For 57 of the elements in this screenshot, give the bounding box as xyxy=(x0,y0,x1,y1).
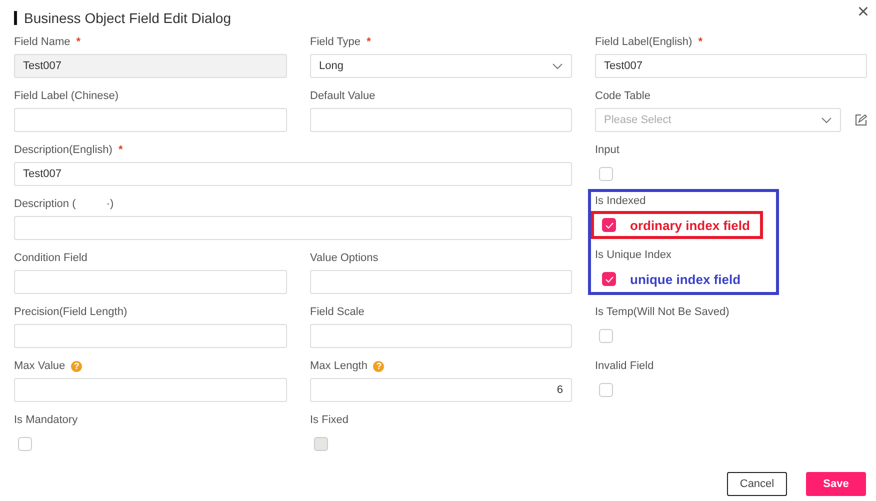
field-label: Condition Field xyxy=(14,251,88,265)
chevron-down-icon xyxy=(552,62,563,70)
required-mark: * xyxy=(118,144,123,156)
help-icon: ? xyxy=(373,360,384,372)
field-label: Is Mandatory xyxy=(14,413,78,427)
field-label: Field Label(English) xyxy=(595,35,692,49)
annotation-text: ordinary index field xyxy=(630,218,750,232)
checkbox[interactable] xyxy=(599,167,613,181)
text-field[interactable] xyxy=(14,378,287,402)
required-mark: * xyxy=(698,36,702,48)
field-label: Is Fixed xyxy=(310,413,349,427)
field-label: Default Value xyxy=(310,89,376,103)
text-field[interactable] xyxy=(310,270,572,294)
checkbox[interactable] xyxy=(599,329,613,343)
required-mark: * xyxy=(76,36,81,48)
text-field[interactable] xyxy=(310,108,572,132)
select-field[interactable]: Long xyxy=(310,54,572,78)
field-label: Invalid Field xyxy=(595,359,654,373)
field-label: Is Unique Index xyxy=(595,248,672,262)
field-label: Is Temp(Will Not Be Saved) xyxy=(595,305,730,319)
text-field[interactable] xyxy=(310,324,572,348)
required-mark: * xyxy=(366,36,371,48)
field-label: Precision(Field Length) xyxy=(14,305,128,319)
field-label: Description(English) xyxy=(14,143,112,157)
dialog-title: Business Object Field Edit Dialog xyxy=(24,10,231,26)
annotation-text: unique index field xyxy=(630,272,741,286)
checkbox[interactable] xyxy=(602,218,616,232)
text-field[interactable] xyxy=(14,216,572,240)
chevron-down-icon xyxy=(821,116,832,124)
checkmark-icon xyxy=(604,276,614,282)
checkmark-icon xyxy=(604,222,614,228)
field-label: Field Type xyxy=(310,35,361,49)
field-label: Field Scale xyxy=(310,305,364,319)
field-label: Is Indexed xyxy=(595,194,646,208)
text-field[interactable] xyxy=(14,324,287,348)
text-field[interactable] xyxy=(14,108,287,132)
checkbox[interactable] xyxy=(18,437,32,451)
title-accent-bar xyxy=(14,11,17,25)
field-label: Field Name xyxy=(14,35,70,49)
field-label: Code Table xyxy=(595,89,650,103)
close-button[interactable]: × xyxy=(853,2,873,22)
field-label: Value Options xyxy=(310,251,378,265)
field-label: Description ( ·) xyxy=(14,197,114,211)
field-label: Field Label (Chinese) xyxy=(14,89,119,103)
help-icon: ? xyxy=(71,360,82,372)
checkbox[interactable] xyxy=(602,272,616,286)
cancel-button[interactable]: Cancel xyxy=(727,472,787,496)
text-field[interactable] xyxy=(14,270,287,294)
checkbox[interactable] xyxy=(599,383,613,397)
text-field[interactable]: 6 xyxy=(310,378,572,402)
text-field[interactable]: Test007 xyxy=(595,54,867,78)
field-label: Max Length xyxy=(310,359,368,373)
text-field[interactable]: Test007 xyxy=(14,162,572,186)
field-label: Input xyxy=(595,143,620,157)
save-button[interactable]: Save xyxy=(806,472,866,496)
field-label: Max Value xyxy=(14,359,66,373)
edit-icon[interactable] xyxy=(855,114,867,126)
